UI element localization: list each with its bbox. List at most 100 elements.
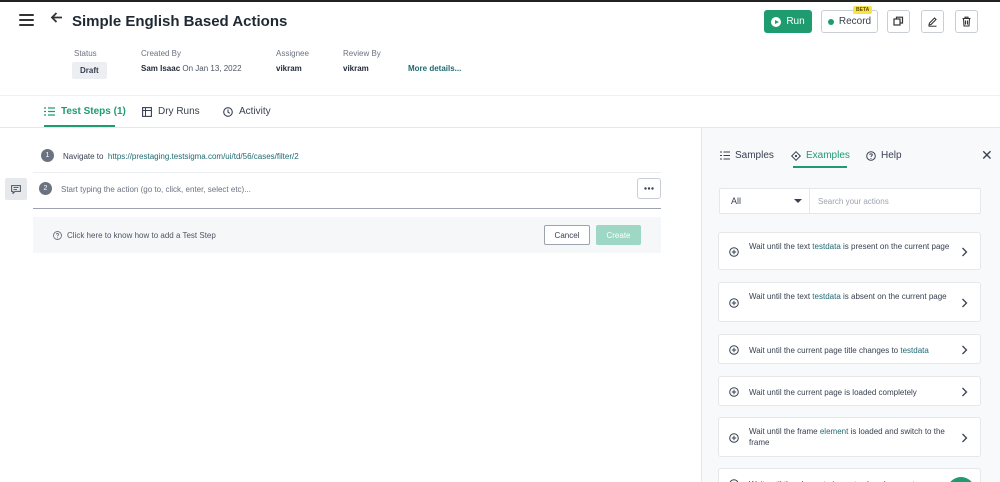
add-step-help-link[interactable]: Click here to know how to add a Test Ste… [53,231,216,240]
step-1-prefix: Navigate to [63,152,104,161]
cancel-button[interactable]: Cancel [544,225,590,245]
ellipsis-icon [644,187,654,190]
creator-name: Sam Isaac [141,64,181,73]
table-icon [142,106,152,117]
add-circle-icon[interactable] [729,433,739,443]
chevron-right-icon [962,433,968,443]
tab-samples-label: Samples [735,150,774,161]
step-help-bar: Click here to know how to add a Test Ste… [33,217,661,253]
review-by-label: Review By [343,49,381,58]
tab-activity-label: Activity [239,106,271,117]
chevron-right-icon [962,247,968,257]
record-dot-icon [827,18,834,25]
copy-button[interactable] [887,10,910,33]
record-button-label: Record [838,16,872,27]
add-circle-icon[interactable] [729,345,739,355]
clock-icon [223,106,233,117]
created-by-value: Sam Isaac On Jan 13, 2022 [141,64,242,73]
add-circle-icon[interactable] [729,387,739,397]
trash-icon [962,16,971,27]
comment-icon [11,184,21,194]
edit-button[interactable] [921,10,944,33]
copy-icon [893,16,904,26]
tab-examples[interactable]: Examples [791,150,850,161]
step-action-input[interactable] [61,182,621,196]
status-badge: Draft [72,62,107,79]
beta-badge: BETA [853,6,873,14]
step-1-text[interactable]: Navigate to https://prestaging.testsigma… [63,152,299,161]
run-button[interactable]: Run [764,10,812,33]
action-parameter: testdata [812,292,841,301]
create-button[interactable]: Create [596,225,641,245]
input-underline [33,208,661,209]
page-title: Simple English Based Actions [72,13,288,30]
step-1-url[interactable]: https://prestaging.testsigma.com/ui/td/5… [108,152,299,161]
tab-test-steps-label: Test Steps (1) [61,106,126,117]
action-text: Wait until the frame [749,427,818,436]
more-options-button[interactable] [637,178,661,199]
action-text: Wait until the text [749,242,811,251]
created-date: On Jan 13, 2022 [182,64,242,73]
action-text-rest: is absent on the current page [843,292,947,301]
tab-dry-runs-label: Dry Runs [158,106,200,117]
assignee-value: vikram [276,64,302,73]
tab-examples-label: Examples [806,150,850,161]
chevron-down-icon [794,199,802,203]
search-actions-input[interactable] [811,189,979,213]
action-text: Wait until the current page is loaded co… [749,388,917,397]
tab-help[interactable]: Help [866,150,902,161]
step-divider [33,172,661,173]
category-select[interactable]: All [720,189,810,213]
tab-activity[interactable]: Activity [223,106,271,117]
comment-button[interactable] [5,178,27,200]
pencil-icon [928,17,937,27]
close-icon[interactable]: ✕ [981,148,993,162]
question-icon [53,231,62,240]
action-example-card[interactable]: Wait until the current page title change… [718,334,981,364]
add-circle-icon[interactable] [729,247,739,257]
status-label: Status [74,49,97,58]
action-example-text: Wait until the current page title change… [749,345,954,356]
tab-samples[interactable]: Samples [720,150,774,161]
step-number: 2 [39,182,52,195]
action-example-text: Wait until the frame element is loaded a… [749,426,954,448]
actions-panel: Samples Examples Help ✕ All Wait until t… [701,128,1000,482]
back-arrow-icon[interactable] [50,11,63,29]
review-by-value: vikram [343,64,369,73]
play-icon [771,16,782,27]
action-example-card[interactable]: Wait until the element element value cha… [718,468,981,482]
assignee-label: Assignee [276,49,309,58]
active-panel-tab-indicator [793,166,847,168]
tab-dry-runs[interactable]: Dry Runs [142,106,200,117]
created-by-label: Created By [141,49,182,58]
action-example-text: Wait until the current page is loaded co… [749,387,954,398]
run-button-label: Run [786,16,805,27]
action-example-card[interactable]: Wait until the frame element is loaded a… [718,417,981,457]
help-icon [866,150,876,161]
add-step-help-text: Click here to know how to add a Test Ste… [67,231,216,240]
chevron-right-icon [962,387,968,397]
more-details-link[interactable]: More details... [408,64,461,73]
delete-button[interactable] [955,10,978,33]
chevron-right-icon [962,298,968,308]
action-parameter: testdata [900,346,929,355]
header-divider [0,95,1000,96]
tab-test-steps[interactable]: Test Steps (1) [44,106,126,117]
menu-icon[interactable] [19,14,34,26]
action-parameter: testdata [812,242,841,251]
action-example-card[interactable]: Wait until the current page is loaded co… [718,376,981,406]
samples-icon [720,151,730,160]
action-parameter: element [819,427,849,436]
action-example-text: Wait until the text testdata is absent o… [749,291,954,302]
action-text: Wait until the text [749,292,811,301]
list-icon [44,107,55,116]
tab-help-label: Help [881,150,902,161]
action-example-card[interactable]: Wait until the text testdata is present … [718,232,981,270]
action-example-card[interactable]: Wait until the text testdata is absent o… [718,282,981,322]
action-filter-row: All [719,188,981,214]
action-text: Wait until the current page title change… [749,346,899,355]
chevron-right-icon [962,345,968,355]
action-example-text: Wait until the text testdata is present … [749,241,954,252]
step-number: 1 [41,149,54,162]
add-circle-icon[interactable] [729,298,739,308]
